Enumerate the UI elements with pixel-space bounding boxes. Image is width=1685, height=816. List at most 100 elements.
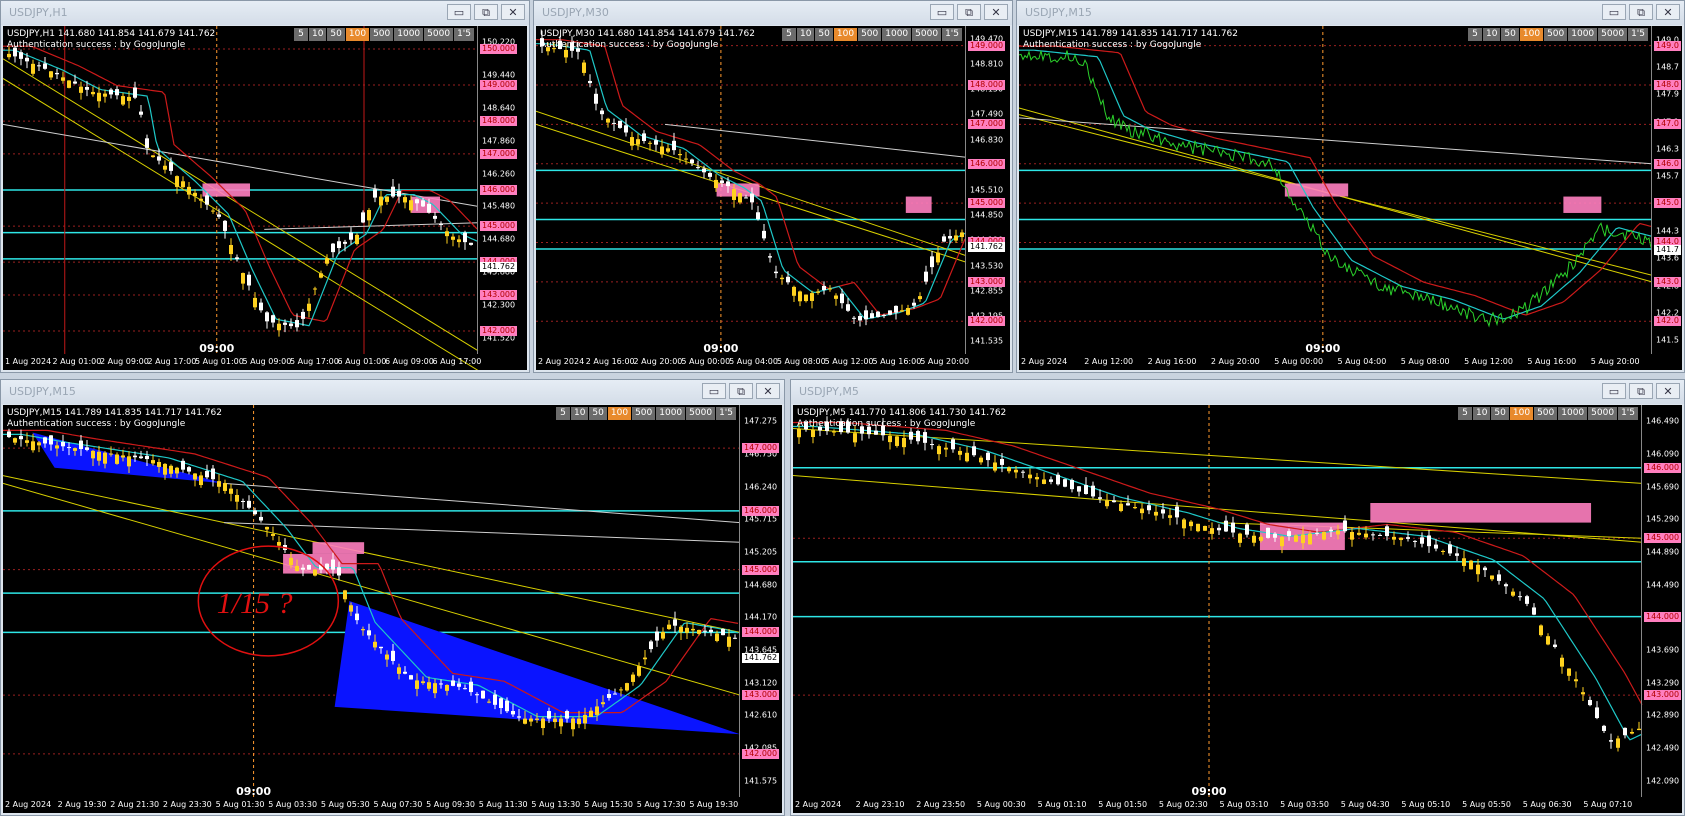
chart-area[interactable]: USDJPY,M5 141.770 141.806 141.730 141.76…: [793, 405, 1682, 813]
period-button-5000[interactable]: 5000: [424, 28, 454, 41]
period-button-50[interactable]: 50: [1501, 28, 1519, 41]
window-titlebar[interactable]: USDJPY,M15 ▭ ⧉ ✕: [1017, 1, 1684, 25]
period-button-500[interactable]: 500: [858, 28, 882, 41]
minimize-button[interactable]: ▭: [447, 4, 471, 20]
period-button-5000[interactable]: 5000: [1588, 407, 1618, 420]
candle-body: [912, 302, 916, 306]
time-label: 2 Aug 2024: [538, 357, 585, 366]
close-button[interactable]: ✕: [984, 4, 1008, 20]
chart-area[interactable]: USDJPY,M30 141.680 141.854 141.679 141.7…: [536, 26, 1010, 370]
candle-body: [151, 460, 155, 464]
candle-body: [535, 718, 539, 720]
period-button-1000[interactable]: 1000: [1568, 28, 1598, 41]
period-button-100[interactable]: 100: [833, 28, 858, 41]
period-button-100[interactable]: 100: [607, 407, 632, 420]
price-tick: 144.680: [744, 580, 778, 590]
period-button-10[interactable]: 10: [1472, 407, 1491, 420]
candle-body: [613, 693, 617, 695]
period-button-1000[interactable]: 1000: [394, 28, 424, 41]
restore-button[interactable]: ⧉: [957, 4, 981, 20]
restore-button[interactable]: ⧉: [729, 383, 753, 399]
candle-body: [289, 557, 293, 566]
period-button-1000[interactable]: 1000: [1558, 407, 1588, 420]
candle-body: [463, 232, 467, 243]
candle-body: [1140, 508, 1144, 514]
period-button-50[interactable]: 50: [589, 407, 607, 420]
chart-area[interactable]: USDJPY,H1 141.680 141.854 141.679 141.76…: [3, 26, 527, 370]
period-button-500[interactable]: 500: [632, 407, 656, 420]
period-button-100[interactable]: 100: [345, 28, 370, 41]
time-label: 5 Aug 06:30: [1522, 800, 1572, 809]
period-button-1'5[interactable]: 1'5: [942, 28, 962, 41]
authentication-text: Authentication success : by GogoJungle: [7, 40, 186, 50]
period-button-100[interactable]: 100: [1519, 28, 1544, 41]
time-axis: 2 Aug 2024 2 Aug 16:00 2 Aug 20:00 5 Aug 00…: [536, 355, 969, 370]
period-button-5[interactable]: 5: [1457, 407, 1472, 420]
period-button-1'5[interactable]: 1'5: [1618, 407, 1638, 420]
restore-button[interactable]: ⧉: [1629, 383, 1653, 399]
close-button[interactable]: ✕: [501, 4, 525, 20]
period-button-5000[interactable]: 5000: [912, 28, 942, 41]
period-button-5000[interactable]: 5000: [686, 407, 716, 420]
candle-body: [241, 273, 245, 284]
chart-window-h1[interactable]: USDJPY,H1 ▭ ⧉ ✕ USDJPY,H1 141.680 141.85…: [0, 0, 530, 373]
close-button[interactable]: ✕: [1656, 383, 1680, 399]
window-titlebar[interactable]: USDJPY,M15 ▭ ⧉ ✕: [1, 380, 784, 404]
close-button[interactable]: ✕: [1656, 4, 1680, 20]
period-button-1'5[interactable]: 1'5: [1628, 28, 1648, 41]
minimize-button[interactable]: ▭: [1602, 383, 1626, 399]
window-titlebar[interactable]: USDJPY,M30 ▭ ⧉ ✕: [534, 1, 1012, 25]
window-titlebar[interactable]: USDJPY,H1 ▭ ⧉ ✕: [1, 1, 529, 25]
period-button-50[interactable]: 50: [1491, 407, 1509, 420]
period-button-5[interactable]: 5: [1467, 28, 1482, 41]
restore-button[interactable]: ⧉: [474, 4, 498, 20]
period-button-1000[interactable]: 1000: [656, 407, 686, 420]
period-button-1'5[interactable]: 1'5: [454, 28, 474, 41]
chart-area[interactable]: USDJPY,M15 141.789 141.835 141.717 141.7…: [1019, 26, 1682, 370]
period-button-500[interactable]: 500: [1544, 28, 1568, 41]
trend-line: [224, 482, 741, 524]
period-button-1000[interactable]: 1000: [882, 28, 912, 41]
period-button-10[interactable]: 10: [570, 407, 589, 420]
restore-button[interactable]: ⧉: [1629, 4, 1653, 20]
price-tick: 141.535: [970, 336, 1004, 346]
candle-body: [541, 718, 545, 729]
candle-body: [49, 71, 53, 78]
window-titlebar[interactable]: USDJPY,M5 ▭ ⧉ ✕: [791, 380, 1684, 404]
chart-window-m15-top[interactable]: USDJPY,M15 ▭ ⧉ ✕ USDJPY,M15 141.789 141.…: [1016, 0, 1685, 373]
price-level-label: 142.000: [742, 748, 780, 759]
candle-body: [85, 447, 89, 450]
period-button-5[interactable]: 5: [293, 28, 308, 41]
minimize-button[interactable]: ▭: [702, 383, 726, 399]
period-button-500[interactable]: 500: [1534, 407, 1558, 420]
period-button-50[interactable]: 50: [327, 28, 345, 41]
period-button-5000[interactable]: 5000: [1598, 28, 1628, 41]
period-button-500[interactable]: 500: [370, 28, 394, 41]
price-level-label: 146.000: [480, 185, 518, 195]
chart-window-m5[interactable]: USDJPY,M5 ▭ ⧉ ✕ USDJPY,M5 141.770 141.80…: [790, 379, 1685, 816]
period-button-100[interactable]: 100: [1509, 407, 1534, 420]
candle-body: [43, 437, 47, 444]
candle-body: [894, 305, 898, 313]
period-button-1'5[interactable]: 1'5: [716, 407, 736, 420]
chart-window-m30[interactable]: USDJPY,M30 ▭ ⧉ ✕ USDJPY,M30 141.680 141.…: [533, 0, 1013, 373]
close-button[interactable]: ✕: [756, 383, 780, 399]
chart-canvas: [1019, 26, 1653, 354]
chart-window-m15-bottom[interactable]: USDJPY,M15 ▭ ⧉ ✕ 1/15 ? USDJPY,M15 141.78…: [0, 379, 785, 816]
period-button-5[interactable]: 5: [781, 28, 796, 41]
candle-body: [1595, 707, 1599, 719]
chart-area[interactable]: 1/15 ? USDJPY,M15 141.789 141.835 141.717…: [3, 405, 782, 813]
minimize-button[interactable]: ▭: [930, 4, 954, 20]
period-button-10[interactable]: 10: [796, 28, 815, 41]
candle-body: [654, 140, 658, 145]
period-button-5[interactable]: 5: [555, 407, 570, 420]
period-button-50[interactable]: 50: [815, 28, 833, 41]
candle-body: [265, 312, 269, 322]
price-tick: 144.850: [970, 210, 1004, 220]
candle-body: [1357, 532, 1361, 535]
period-button-10[interactable]: 10: [308, 28, 327, 41]
price-level-label: 143.000: [968, 276, 1006, 287]
minimize-button[interactable]: ▭: [1602, 4, 1626, 20]
candle-body: [67, 80, 71, 88]
period-button-10[interactable]: 10: [1482, 28, 1501, 41]
